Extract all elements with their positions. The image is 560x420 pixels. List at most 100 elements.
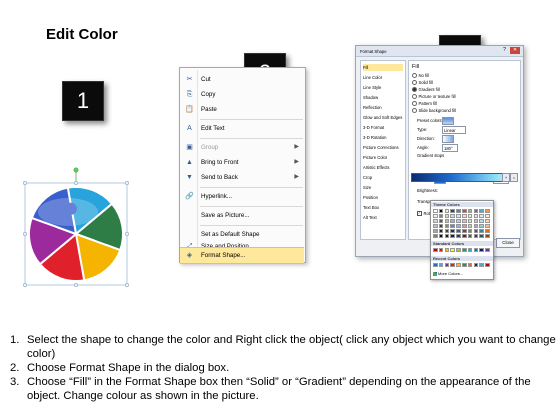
close-icon[interactable]: ✕	[510, 47, 520, 54]
category-picture-color[interactable]: Picture Color	[363, 154, 403, 161]
theme-color-swatch[interactable]	[479, 219, 484, 224]
resize-handle[interactable]	[73, 282, 79, 288]
theme-color-swatch[interactable]	[444, 229, 450, 234]
theme-color-swatch[interactable]	[456, 214, 461, 219]
angle-input[interactable]: 180°	[442, 144, 458, 152]
menu-item-cut[interactable]: ✂ Cut	[180, 72, 305, 87]
theme-color-swatch[interactable]	[473, 224, 479, 229]
recent-color-swatch[interactable]	[438, 263, 444, 268]
fill-option-no-fill[interactable]: No fill	[412, 73, 429, 79]
theme-color-swatch[interactable]	[485, 229, 490, 234]
menu-item-format-shape[interactable]: ◈ Format Shape...	[180, 247, 304, 264]
standard-color-swatch[interactable]	[473, 248, 479, 253]
theme-color-swatch[interactable]	[433, 219, 438, 224]
puzzle-circle-shape[interactable]	[20, 165, 135, 290]
theme-color-swatch[interactable]	[456, 229, 461, 234]
theme-color-swatch[interactable]	[450, 209, 455, 214]
resize-handle[interactable]	[124, 180, 130, 186]
theme-color-swatch[interactable]	[473, 234, 479, 239]
standard-color-swatch[interactable]	[467, 248, 473, 253]
theme-color-swatch[interactable]	[485, 224, 490, 229]
theme-color-swatch[interactable]	[467, 229, 473, 234]
standard-color-swatch[interactable]	[479, 248, 484, 253]
theme-color-swatch[interactable]	[433, 224, 438, 229]
preset-colors-dropdown[interactable]	[442, 117, 454, 125]
theme-color-swatch[interactable]	[473, 229, 479, 234]
category-line-style[interactable]: Line Style	[363, 84, 403, 91]
theme-color-swatch[interactable]	[444, 234, 450, 239]
standard-color-swatch[interactable]	[433, 248, 438, 253]
category-alt-text[interactable]: Alt Text	[363, 214, 403, 221]
recent-color-swatch[interactable]	[462, 263, 467, 268]
menu-item-save-as-picture[interactable]: Save as Picture...	[180, 208, 305, 223]
theme-color-swatch[interactable]	[473, 219, 479, 224]
theme-color-swatch[interactable]	[479, 214, 484, 219]
fill-option-gradient[interactable]: Gradient fill	[412, 87, 440, 93]
theme-color-swatch[interactable]	[479, 209, 484, 214]
resize-handle[interactable]	[22, 282, 28, 288]
fill-option-slide-bg[interactable]: Slide background fill	[412, 108, 456, 114]
category-size[interactable]: Size	[363, 184, 403, 191]
theme-color-swatch[interactable]	[433, 229, 438, 234]
category-glow[interactable]: Glow and Soft Edges	[363, 114, 403, 121]
theme-color-swatch[interactable]	[444, 219, 450, 224]
fill-option-picture[interactable]: Picture or texture fill	[412, 94, 456, 100]
theme-color-swatch[interactable]	[456, 224, 461, 229]
theme-color-swatch[interactable]	[485, 214, 490, 219]
theme-color-swatch[interactable]	[450, 229, 455, 234]
theme-color-swatch[interactable]	[462, 224, 467, 229]
category-picture-corrections[interactable]: Picture Corrections	[363, 144, 403, 151]
theme-color-swatch[interactable]	[450, 224, 455, 229]
theme-color-swatch[interactable]	[467, 234, 473, 239]
theme-color-swatch[interactable]	[456, 209, 461, 214]
rotation-handle[interactable]	[73, 167, 79, 173]
theme-color-swatch[interactable]	[462, 229, 467, 234]
standard-color-swatch[interactable]	[450, 248, 455, 253]
theme-color-swatch[interactable]	[444, 224, 450, 229]
recent-color-swatch[interactable]	[456, 263, 461, 268]
recent-color-swatch[interactable]	[450, 263, 455, 268]
category-position[interactable]: Position	[363, 194, 403, 201]
theme-color-swatch[interactable]	[479, 229, 484, 234]
theme-color-swatch[interactable]	[450, 219, 455, 224]
theme-color-swatch[interactable]	[467, 219, 473, 224]
theme-color-swatch[interactable]	[473, 214, 479, 219]
category-3d-format[interactable]: 3-D Format	[363, 124, 403, 131]
resize-handle[interactable]	[124, 282, 130, 288]
fill-option-pattern[interactable]: Pattern fill	[412, 101, 437, 107]
resize-handle[interactable]	[73, 180, 79, 186]
theme-color-swatch[interactable]	[485, 209, 490, 214]
more-colors-link[interactable]: More Colors...	[433, 271, 463, 276]
menu-item-set-default-shape[interactable]: Set as Default Shape	[180, 227, 305, 242]
theme-color-swatch[interactable]	[433, 214, 438, 219]
recent-color-swatch[interactable]	[467, 263, 473, 268]
close-button[interactable]: Close	[496, 238, 520, 248]
theme-color-swatch[interactable]	[438, 214, 444, 219]
gradient-stops-bar[interactable]	[411, 173, 512, 182]
menu-item-hyperlink[interactable]: 🔗 Hyperlink...	[180, 189, 305, 204]
theme-color-swatch[interactable]	[450, 214, 455, 219]
recent-color-swatch[interactable]	[433, 263, 438, 268]
remove-stop-icon[interactable]: x	[510, 173, 518, 182]
theme-color-swatch[interactable]	[433, 209, 438, 214]
theme-color-swatch[interactable]	[438, 219, 444, 224]
category-line-color[interactable]: Line Color	[363, 74, 403, 81]
puzzle-pieces[interactable]	[27, 186, 125, 282]
recent-color-swatch[interactable]	[444, 263, 450, 268]
theme-color-swatch[interactable]	[462, 219, 467, 224]
direction-dropdown[interactable]	[442, 135, 454, 143]
theme-color-swatch[interactable]	[438, 209, 444, 214]
fill-option-solid[interactable]: Solid fill	[412, 80, 433, 86]
category-crop[interactable]: Crop	[363, 174, 403, 181]
category-fill[interactable]: Fill	[363, 64, 403, 71]
theme-color-swatch[interactable]	[485, 219, 490, 224]
theme-color-swatch[interactable]	[444, 209, 450, 214]
category-artistic-effects[interactable]: Artistic Effects	[363, 164, 403, 171]
theme-color-swatch[interactable]	[462, 214, 467, 219]
theme-color-swatch[interactable]	[433, 234, 438, 239]
theme-color-swatch[interactable]	[438, 234, 444, 239]
standard-color-swatch[interactable]	[444, 248, 450, 253]
theme-color-swatch[interactable]	[462, 234, 467, 239]
category-3d-rotation[interactable]: 3-D Rotation	[363, 134, 403, 141]
resize-handle[interactable]	[22, 231, 28, 237]
